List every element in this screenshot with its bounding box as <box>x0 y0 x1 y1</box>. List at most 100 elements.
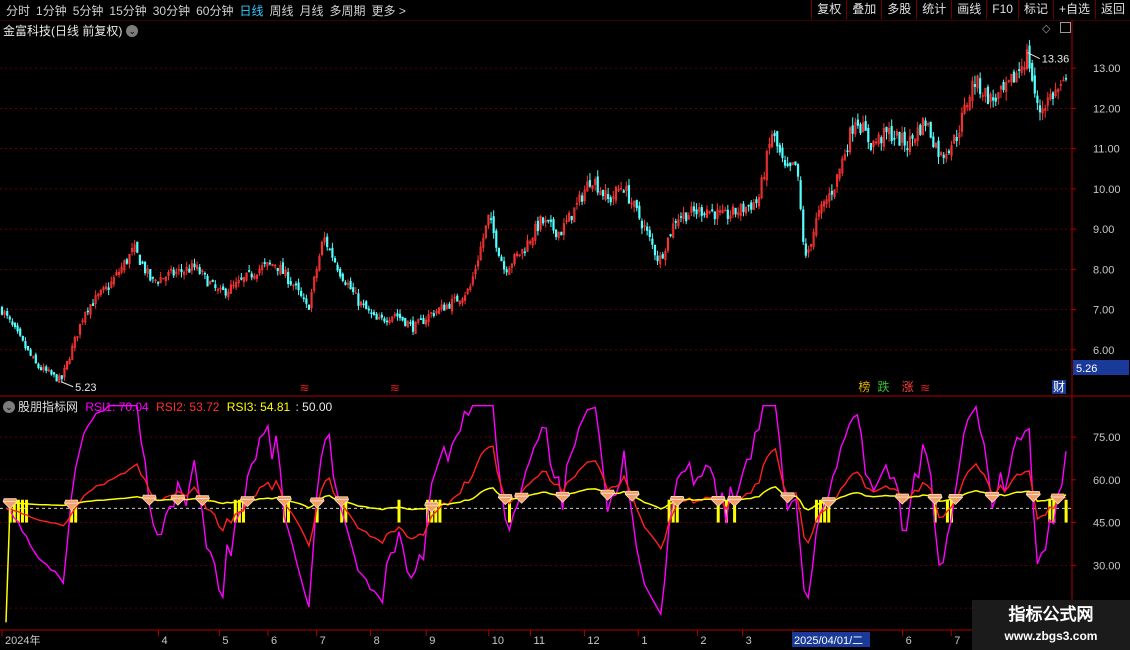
candle-body <box>456 295 459 302</box>
candle-body <box>851 125 854 134</box>
candle-body <box>0 306 4 315</box>
candle-body <box>24 341 27 349</box>
candle-body <box>523 251 526 254</box>
candle-body <box>796 164 800 177</box>
candle-body <box>297 282 300 291</box>
candle-body <box>419 318 422 320</box>
candle-body <box>281 262 285 274</box>
candle-body <box>1031 63 1034 81</box>
candle-body <box>856 119 859 126</box>
candle-body <box>674 221 677 223</box>
price-tick-label-1: 12.00 <box>1093 103 1121 115</box>
candle-body <box>679 216 683 218</box>
candle-body <box>29 349 32 356</box>
candle-body <box>502 261 506 270</box>
candle-body <box>932 136 935 147</box>
candle-body <box>799 180 802 210</box>
rsi-tick-label-1: 60.00 <box>1093 475 1121 487</box>
price-tick-label-5: 8.00 <box>1093 264 1114 276</box>
candle-body <box>357 293 360 306</box>
candle-body <box>492 216 495 234</box>
time-tick-label-13: 2025/04/01/二 <box>794 635 863 647</box>
signal-bar <box>1048 499 1052 523</box>
candle-body <box>713 211 716 220</box>
candle-body <box>411 320 415 332</box>
diamond-icon <box>600 489 616 501</box>
candle-body <box>778 144 781 153</box>
candle-body <box>86 310 89 313</box>
candle-body <box>188 268 191 273</box>
candle-body <box>214 284 217 289</box>
candle-body <box>1064 77 1068 80</box>
candle-body <box>742 203 745 213</box>
candle-body <box>661 254 664 259</box>
diamond-icon <box>170 494 186 506</box>
time-tick-label-14: 6 <box>906 635 912 647</box>
event-marker-1: ≋ <box>390 381 400 395</box>
time-tick-label-0: 2024年 <box>5 633 40 647</box>
stock-chart[interactable]: 13.00 12.00 11.00 10.00 9.00 8.00 7.00 6.00 75.0… <box>0 0 1130 650</box>
candle-body <box>300 290 303 297</box>
candle-body <box>45 366 48 371</box>
time-tick-label-2: 5 <box>222 635 228 647</box>
candle-body <box>794 161 797 165</box>
candle-body <box>60 375 63 380</box>
candle-body <box>409 322 412 324</box>
time-tick-label-3: 6 <box>271 635 277 647</box>
candle-body <box>497 247 500 256</box>
candle-body <box>627 185 631 204</box>
candlesticks <box>0 40 1068 383</box>
time-tick-label-9: 12 <box>587 635 599 647</box>
candle-body <box>635 200 638 209</box>
candle-body <box>646 226 649 231</box>
candle-body <box>495 230 498 248</box>
high-marker-label: 13.36 <box>1042 54 1070 66</box>
candle-body <box>919 124 922 135</box>
time-tick-label-6: 9 <box>429 635 435 647</box>
candle-body <box>1038 105 1042 113</box>
candle-body <box>653 245 657 256</box>
candle-body <box>380 314 383 318</box>
signal-bar <box>397 499 401 523</box>
candle-body <box>401 316 404 321</box>
candle-body <box>1028 45 1031 69</box>
candle-body <box>19 328 22 336</box>
time-tick-label-15: 7 <box>954 635 960 647</box>
candle-body <box>898 131 901 146</box>
candle-body <box>349 280 352 290</box>
candle-body <box>141 261 144 264</box>
event-marker-2: 榜 <box>858 379 870 394</box>
candle-body <box>656 255 659 262</box>
candle-body <box>992 97 995 101</box>
candle-body <box>6 310 9 316</box>
candle-body <box>432 313 435 316</box>
candle-body <box>937 140 940 157</box>
candle-body <box>830 190 833 195</box>
price-tick-label-4: 9.00 <box>1093 224 1114 236</box>
candle-body <box>336 264 339 271</box>
candle-body <box>294 283 298 286</box>
low-marker-line <box>60 381 74 388</box>
candle-body <box>193 263 196 268</box>
candle-body <box>776 131 779 147</box>
candle-body <box>773 132 776 137</box>
candle-body <box>331 247 334 258</box>
candle-body <box>1018 69 1021 71</box>
candle-body <box>250 273 253 278</box>
candle-body <box>172 269 175 276</box>
candle-body <box>372 312 376 315</box>
candle-body <box>375 313 378 320</box>
candle-body <box>734 207 737 215</box>
candle-body <box>1051 92 1055 99</box>
candle-body <box>365 301 368 310</box>
candle-body <box>549 219 553 222</box>
low-marker-label: 5.23 <box>75 382 96 394</box>
candle-body <box>864 121 867 131</box>
candle-body <box>443 304 446 311</box>
candle-body <box>955 137 958 142</box>
candle-body <box>276 267 279 272</box>
candle-body <box>560 231 563 236</box>
candle-body <box>947 150 951 154</box>
candle-body <box>607 194 610 199</box>
candle-body <box>138 254 141 266</box>
